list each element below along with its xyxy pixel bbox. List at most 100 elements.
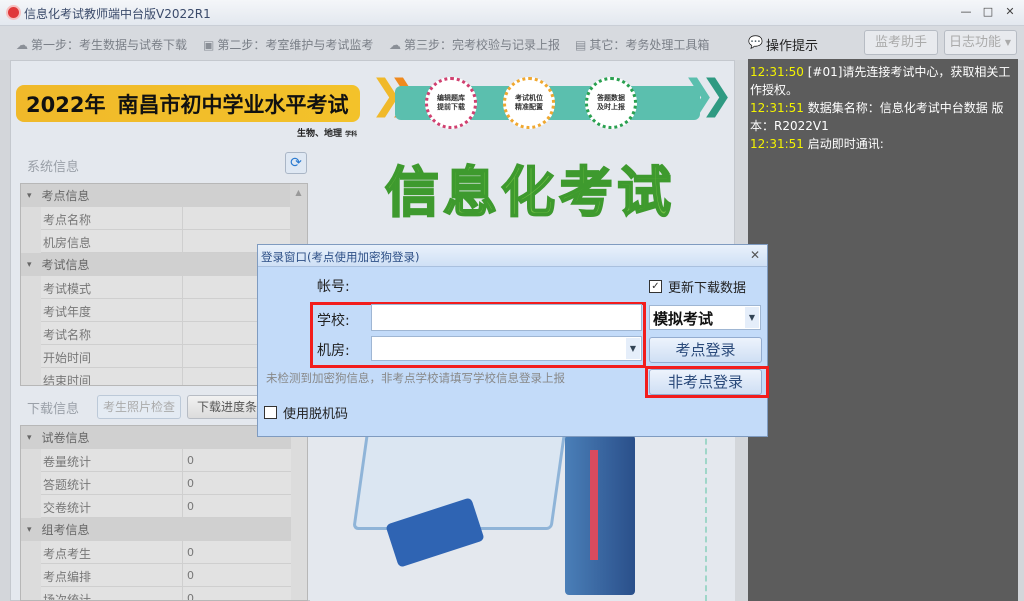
chevron-down-icon: ▾	[27, 432, 32, 443]
row-value: 0	[187, 546, 194, 559]
row-value: 0	[187, 500, 194, 513]
row-value: 0	[187, 454, 194, 467]
refresh-button[interactable]: ⟳	[285, 152, 307, 174]
log-menu-button[interactable]: 日志功能 ▼	[944, 30, 1017, 55]
log-entry: 12:31:50 [#01]请先连接考试中心，获取相关工作授权。	[750, 63, 1016, 99]
offline-label: 使用脱机码	[283, 407, 349, 422]
dropdown-arrow-icon: ▼	[626, 338, 640, 359]
tools-label: 其它：考务处理工具箱	[589, 38, 710, 52]
step3-label: 第三步：完考校验与记录上报	[404, 38, 561, 52]
update-label: 更新下载数据	[668, 281, 747, 296]
download-progress-button[interactable]: 下载进度条	[187, 395, 267, 419]
group-header[interactable]: ▾ 组考信息	[21, 518, 291, 541]
row-key: 答题统计	[41, 472, 183, 494]
step2-button[interactable]: ▣ 第二步：考室维护与考试监考	[203, 36, 373, 53]
account-label: 帐号:	[317, 279, 350, 295]
table-row: 卷量统计 0	[41, 449, 291, 472]
download-info-grid: ▾ 试卷信息 卷量统计 0 答题统计 0 交卷统计 0 ▾ 组考信息 考点考生 0 考点编排 0 场次统计 0	[20, 425, 308, 601]
group-title: 组考信息	[41, 523, 90, 537]
row-value: 0	[187, 477, 194, 490]
table-row: 考点编排 0	[41, 564, 291, 587]
system-info-label: 系统信息	[27, 160, 80, 175]
monitor-icon: ▣	[203, 37, 215, 52]
right-panel-header: 💬 操作提示 监考助手 日志功能 ▼	[740, 26, 1024, 60]
chat-bubble-icon: 💬	[748, 35, 763, 49]
dropdown-arrow-icon: ▼	[1004, 38, 1011, 47]
row-value: 0	[187, 569, 194, 582]
banner-title: 2022年 南昌市初中学业水平考试	[16, 85, 360, 122]
row-value: 0	[187, 592, 194, 601]
row-key: 考点编排	[41, 564, 183, 586]
dialog-title: 登录窗口(考点使用加密狗登录)	[261, 250, 420, 264]
table-row: 结束时间	[41, 368, 291, 385]
offline-code-checkbox[interactable]: 使用脱机码	[264, 403, 348, 422]
table-row: 开始时间	[41, 345, 291, 368]
login-dialog: 登录窗口(考点使用加密狗登录) ✕ 帐号: 学校: 机房: ▼ ✓ 更新下载数据 …	[257, 244, 769, 437]
maximize-button[interactable]: □	[980, 4, 996, 20]
table-row: 考试名称	[41, 322, 291, 345]
log-entry: 12:31:51 启动即时通讯:	[750, 135, 1016, 153]
row-key: 机房信息	[41, 230, 183, 252]
banner-year: 2022年	[26, 93, 106, 117]
group-header[interactable]: ▾ 考试信息	[21, 253, 291, 276]
proctor-assistant-button[interactable]: 监考助手	[864, 30, 938, 55]
minimize-button[interactable]: —	[958, 4, 974, 20]
download-info-label: 下载信息	[27, 402, 80, 417]
chevron-down-icon: ▾	[27, 524, 32, 535]
dialog-close-button[interactable]: ✕	[750, 248, 760, 262]
group-title: 试卷信息	[41, 431, 90, 445]
log-box[interactable]: 12:31:50 [#01]请先连接考试中心，获取相关工作授权。 12:31:5…	[748, 59, 1018, 601]
banner-subject: 生物、地理 学科	[297, 126, 357, 139]
chevron-down-icon: ▾	[27, 190, 32, 201]
banner-exam-name: 南昌市初中学业水平考试	[117, 93, 349, 117]
subject-text: 生物、地理	[297, 129, 343, 139]
row-key: 考试年度	[41, 299, 183, 321]
cloud-upload-icon: ☁	[389, 37, 401, 52]
site-login-button[interactable]: 考点登录	[649, 337, 762, 363]
checkbox-icon	[264, 406, 277, 419]
log-entry: 12:31:51 数据集名称：信息化考试中台数据 版本：R2022V1	[750, 99, 1016, 135]
log-menu-label: 日志功能	[949, 35, 1002, 50]
row-key: 考点名称	[41, 207, 183, 229]
step3-button[interactable]: ☁ 第三步：完考校验与记录上报	[389, 36, 560, 53]
feature-circle: 考试机位 精准配置	[503, 77, 555, 129]
group-header[interactable]: ▾ 考点信息	[21, 184, 291, 207]
exam-mode-select[interactable]: 模拟考试 ▼	[649, 305, 761, 330]
step2-label: 第二步：考室维护与考试监考	[217, 38, 374, 52]
step1-label: 第一步：考生数据与试卷下载	[31, 38, 188, 52]
group-header[interactable]: ▾ 试卷信息	[21, 426, 291, 449]
feature-circle: 答题数据 及时上报	[585, 77, 637, 129]
table-row: 交卷统计 0	[41, 495, 291, 518]
tips-title: 操作提示	[766, 39, 819, 54]
chevron-icon: ❯	[700, 72, 734, 118]
title-bar: 信息化考试教师端中台版V2022R1 — □ ✕	[0, 0, 1024, 26]
photo-check-button[interactable]: 考生照片检查	[97, 395, 181, 419]
row-key: 场次统计	[41, 587, 183, 600]
table-row: 考试模式	[41, 276, 291, 299]
subject-suffix: 学科	[345, 131, 358, 138]
cloud-download-icon: ☁	[16, 37, 28, 52]
nonsite-login-button[interactable]: 非考点登录	[649, 369, 762, 395]
row-key: 结束时间	[41, 368, 183, 385]
close-button[interactable]: ✕	[1002, 4, 1018, 20]
table-row: 考点名称	[41, 207, 291, 230]
tools-button[interactable]: ▤ 其它：考务处理工具箱	[575, 36, 709, 53]
table-row: 场次统计 0	[41, 587, 291, 601]
log-time: 12:31:51	[750, 137, 804, 151]
room-select[interactable]: ▼	[371, 336, 642, 361]
log-text: 启动即时通讯:	[807, 137, 884, 151]
exam-mode-value: 模拟考试	[653, 310, 714, 328]
school-input[interactable]	[371, 304, 642, 331]
room-label: 机房:	[317, 343, 350, 359]
app-icon	[6, 5, 21, 20]
dropdown-arrow-icon: ▼	[745, 307, 759, 328]
feature-circle: 编辑题库 提前下载	[425, 77, 477, 129]
dialog-title-bar: 登录窗口(考点使用加密狗登录) ✕	[258, 245, 767, 267]
row-value	[183, 207, 291, 229]
table-row: 考试年度	[41, 299, 291, 322]
update-checkbox[interactable]: ✓ 更新下载数据	[649, 277, 746, 296]
step1-button[interactable]: ☁ 第一步：考生数据与试卷下载	[16, 36, 187, 53]
window-title: 信息化考试教师端中台版V2022R1	[24, 7, 211, 21]
big-title: 信息化考试	[384, 160, 675, 225]
checkbox-icon: ✓	[649, 280, 662, 293]
